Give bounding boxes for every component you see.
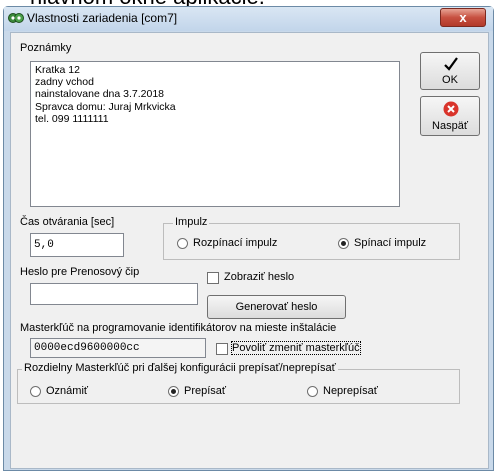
radio-announce-label: Oznámiť: [46, 385, 89, 397]
window-title: Vlastnosti zariadenia [com7]: [27, 11, 178, 25]
open-time-input[interactable]: 5,0: [30, 233, 124, 257]
masterkey-input[interactable]: 0000ecd9600000cc: [30, 338, 206, 358]
show-password-checkbox[interactable]: [207, 272, 219, 284]
generate-password-button[interactable]: Generovať heslo: [207, 295, 346, 319]
radio-overwrite[interactable]: [168, 386, 179, 397]
radio-make-impulse[interactable]: [338, 238, 349, 249]
notes-line: Spravca domu: Juraj Mrkvicka: [35, 100, 176, 113]
radio-keep[interactable]: [307, 386, 318, 397]
password-label: Heslo pre Prenosový čip: [20, 266, 140, 278]
generate-password-label: Generovať heslo: [235, 301, 318, 313]
radio-announce[interactable]: [30, 386, 41, 397]
notes-line: tel. 099 1111111: [35, 112, 109, 125]
radio-make-impulse-label: Spínací impulz: [354, 237, 427, 249]
ok-button[interactable]: OK: [420, 52, 480, 90]
radio-overwrite-label: Prepísať: [184, 385, 227, 397]
app-icon: [8, 13, 24, 23]
allow-masterkey-change-label: Povoliť zmeniť masterkľúč: [231, 341, 361, 355]
masterkey-conflict-legend: Rozdielny Masterkľúč pri ďalšej konfigur…: [22, 362, 338, 374]
radio-break-impulse-label: Rozpínací impulz: [193, 237, 278, 249]
password-input[interactable]: [30, 283, 198, 305]
open-time-label: Čas otvárania [sec]: [20, 216, 115, 228]
impulse-legend: Impulz: [173, 216, 210, 228]
allow-masterkey-change-checkbox[interactable]: [216, 343, 228, 355]
radio-keep-label: Neprepísať: [323, 385, 378, 397]
notes-line: nainstalovane dna 3.7.2018: [35, 88, 165, 101]
notes-textarea[interactable]: Kratka 12 zadny vchod nainstalovane dna …: [30, 61, 400, 207]
checkmark-icon: [444, 57, 458, 71]
back-button[interactable]: Naspäť: [420, 96, 480, 136]
ok-label: OK: [442, 74, 458, 86]
cancel-icon: [443, 101, 459, 117]
notes-label: Poznámky: [20, 42, 72, 54]
notes-line: zadny vchod: [35, 76, 94, 89]
masterkey-label: Masterkľúč na programovanie identifikáto…: [20, 322, 337, 334]
show-password-label: Zobraziť heslo: [224, 271, 295, 283]
notes-line: Kratka 12: [35, 64, 80, 76]
back-label: Naspäť: [432, 120, 468, 132]
close-button[interactable]: x: [440, 8, 486, 27]
radio-break-impulse[interactable]: [177, 238, 188, 249]
close-icon: x: [459, 10, 467, 25]
